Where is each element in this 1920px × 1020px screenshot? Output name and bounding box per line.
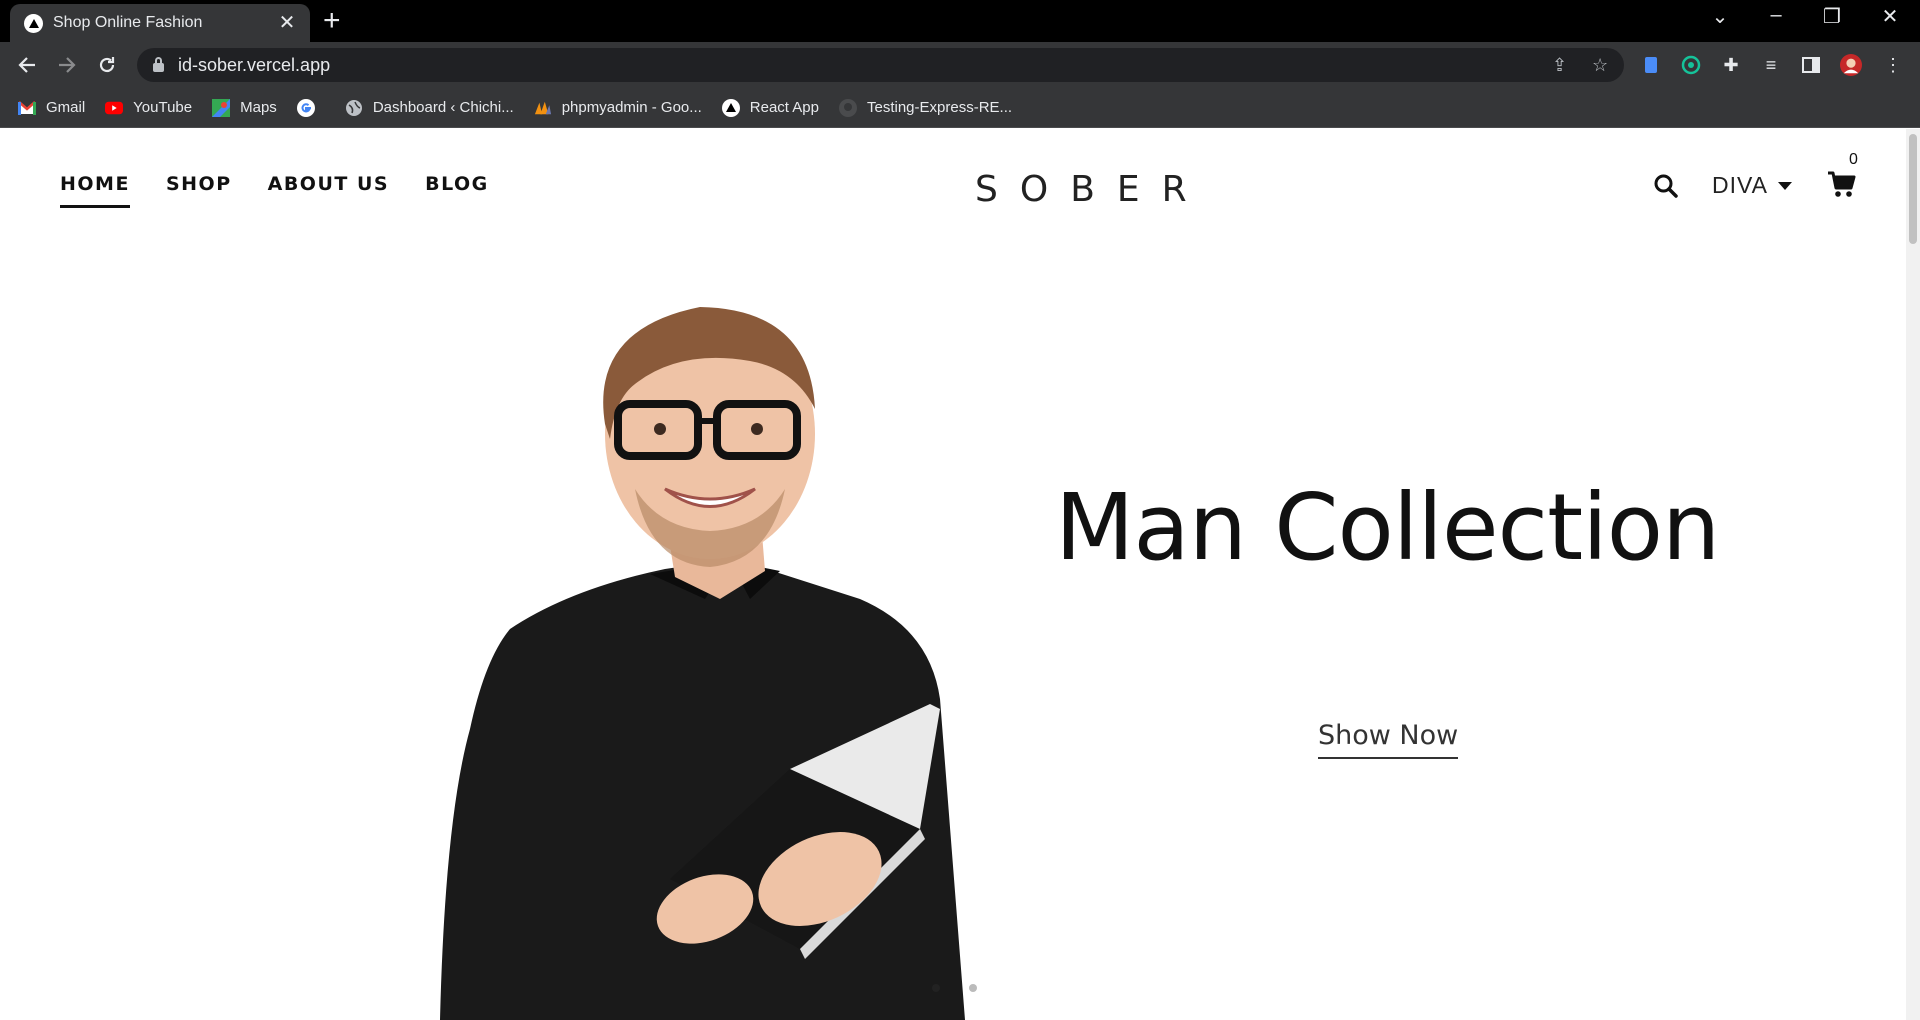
bookmark-testing-express[interactable]: Testing-Express-RE... xyxy=(839,98,1012,117)
google-icon xyxy=(296,98,315,117)
lock-icon[interactable] xyxy=(153,56,164,72)
cart-count-badge: 0 xyxy=(1849,151,1858,168)
forward-icon[interactable] xyxy=(50,48,84,82)
hero-slider: Man Collection Show Now xyxy=(0,229,1920,1020)
main-navigation: HOME SHOP ABOUT US BLOG xyxy=(60,173,525,208)
nav-about-us[interactable]: ABOUT US xyxy=(268,173,389,208)
minimize-icon[interactable]: – xyxy=(1756,4,1796,27)
website-viewport: HOME SHOP ABOUT US BLOG SOBER DIVA 0 Man… xyxy=(0,129,1920,1020)
youtube-icon xyxy=(105,99,124,117)
nav-shop[interactable]: SHOP xyxy=(166,173,232,208)
close-tab-icon[interactable]: ✕ xyxy=(276,12,298,34)
bookmark-maps[interactable]: Maps xyxy=(212,98,277,117)
user-menu[interactable]: DIVA xyxy=(1712,172,1792,199)
globe-icon xyxy=(345,99,363,117)
side-panel-icon[interactable] xyxy=(1800,54,1822,76)
nav-home[interactable]: HOME xyxy=(60,173,130,208)
github-icon xyxy=(839,98,857,117)
restore-icon[interactable]: ❐ xyxy=(1812,4,1852,29)
close-window-icon[interactable]: ✕ xyxy=(1870,4,1910,29)
url-text[interactable]: id-sober.vercel.app xyxy=(178,55,330,76)
bookmark-gmail[interactable]: Gmail xyxy=(18,99,85,117)
maps-icon xyxy=(212,98,231,117)
vercel-icon xyxy=(24,13,43,33)
bookmark-youtube[interactable]: YouTube xyxy=(105,99,192,117)
slider-dot[interactable] xyxy=(969,984,977,992)
slider-dots xyxy=(932,984,1006,992)
back-icon[interactable] xyxy=(10,48,44,82)
bookmark-dashboard[interactable]: Dashboard ‹ Chichi... xyxy=(345,99,514,117)
caret-down-icon xyxy=(1777,181,1792,190)
vercel-icon xyxy=(721,98,740,117)
bookmark-google[interactable] xyxy=(296,98,325,117)
profile-avatar[interactable] xyxy=(1840,54,1862,76)
share-icon[interactable]: ⇪ xyxy=(1552,56,1567,74)
page-scrollbar-thumb[interactable] xyxy=(1909,134,1917,244)
media-control-icon[interactable]: ≡ xyxy=(1760,54,1782,76)
reload-icon[interactable] xyxy=(90,48,124,82)
browser-tab[interactable]: Shop Online Fashion ✕ xyxy=(10,4,310,42)
gmail-icon xyxy=(18,99,36,117)
site-logo[interactable]: SOBER xyxy=(975,169,1209,210)
bookmark-react-app[interactable]: React App xyxy=(721,98,819,117)
browser-menu-icon[interactable]: ⋮ xyxy=(1882,54,1904,76)
extensions-puzzle-icon[interactable]: ✚ xyxy=(1720,54,1742,76)
extension-grammarly-icon[interactable] xyxy=(1680,54,1702,76)
bookmarks-bar: Gmail YouTube Maps Dashboard ‹ Chichi...… xyxy=(0,88,1920,128)
hero-title: Man Collection xyxy=(1055,474,1720,581)
tab-title: Shop Online Fashion xyxy=(53,14,203,31)
extension-docs-icon[interactable] xyxy=(1640,54,1662,76)
browser-tab-strip: Shop Online Fashion ✕ + ⌄ – ❐ ✕ xyxy=(0,0,1920,42)
show-now-button[interactable]: Show Now xyxy=(1318,720,1459,759)
cart-icon[interactable] xyxy=(1827,171,1857,201)
bookmark-phpmyadmin[interactable]: phpmyadmin - Goo... xyxy=(534,99,702,117)
nav-blog[interactable]: BLOG xyxy=(425,173,489,208)
tab-search-icon[interactable]: ⌄ xyxy=(1700,4,1740,29)
phpmyadmin-icon xyxy=(534,99,552,117)
new-tab-button[interactable]: + xyxy=(323,6,341,36)
browser-toolbar: id-sober.vercel.app ⇪ ☆ ✚ ≡ ⋮ xyxy=(0,42,1920,88)
slider-dot[interactable] xyxy=(932,984,940,992)
model-photo xyxy=(440,307,965,1020)
page-scrollbar[interactable] xyxy=(1906,129,1920,1020)
user-name: DIVA xyxy=(1712,172,1768,198)
search-icon[interactable] xyxy=(1653,173,1679,199)
bookmark-star-icon[interactable]: ☆ xyxy=(1592,56,1608,74)
address-bar[interactable]: id-sober.vercel.app xyxy=(137,48,1624,82)
